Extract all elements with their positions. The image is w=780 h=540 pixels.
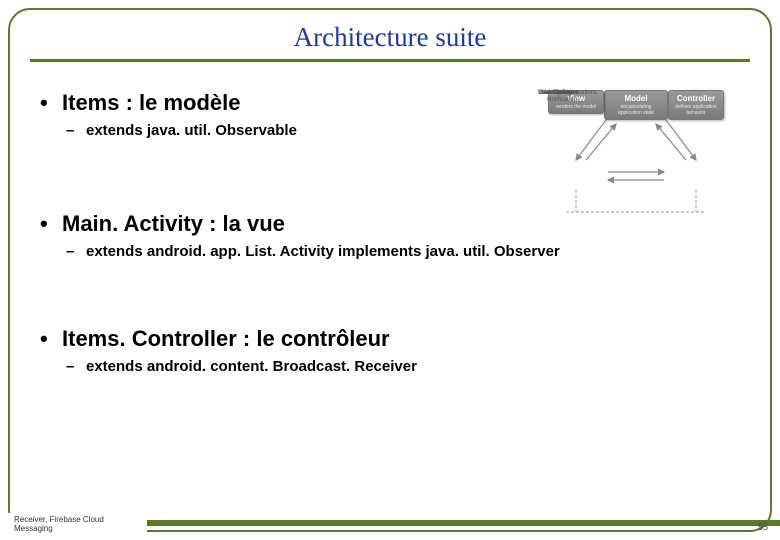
mvc-controller-desc: defines application behavior (673, 104, 719, 116)
footer-label: Receiver, Firebase Cloud Messaging (8, 513, 147, 534)
bullet-controller-sub: extends android. content. Broadcast. Rec… (86, 358, 742, 375)
mvc-controller-title: Controller (673, 94, 719, 103)
slide-title: Architecture suite (10, 10, 770, 59)
mvc-controller-box: Controller defines application behavior (668, 90, 724, 120)
page-number: 55 (758, 522, 768, 532)
bullet-mainactivity-sub: extends android. app. List. Activity imp… (86, 243, 742, 260)
mvc-diagram: Model encapsulating application state Vi… (536, 90, 736, 232)
bullet-controller: Items. Controller : le contrôleur (62, 326, 742, 352)
footer-line (147, 520, 780, 526)
mvc-view-desc: renders the model (553, 104, 599, 110)
label-events: Events (536, 90, 606, 97)
slide-frame: Architecture suite Items : le modèle ext… (8, 8, 772, 532)
mvc-model-desc: encapsulating application state (609, 104, 663, 116)
mvc-model-title: Model (609, 94, 663, 103)
mvc-model-box: Model encapsulating application state (604, 90, 668, 120)
footer-bar: Receiver, Firebase Cloud Messaging (8, 514, 780, 532)
